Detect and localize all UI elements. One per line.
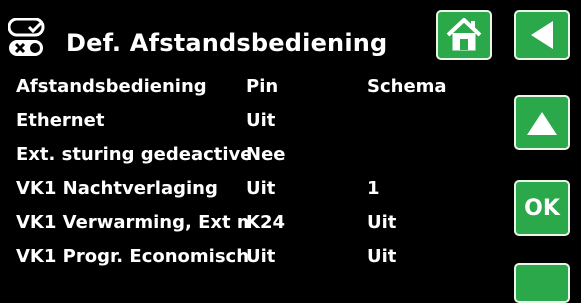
row-name: Ethernet (16, 110, 105, 131)
home-button[interactable] (436, 10, 492, 60)
remote-toggle-icon (8, 18, 45, 56)
row-name: Ext. sturing gedeactiveerd (16, 144, 248, 165)
back-arrow-icon (531, 21, 553, 49)
row-name: VK1 Nachtverlaging (16, 178, 218, 199)
table-row[interactable]: VK1 Verwarming, Ext mode K24 Uit (0, 206, 500, 240)
table-row[interactable]: Ext. sturing gedeactiveerd Nee (0, 138, 500, 172)
row-pin: Uit (246, 178, 276, 199)
settings-table: Afstandsbediening Pin Schema Ethernet Ui… (0, 70, 500, 274)
column-header-schema: Schema (367, 76, 447, 97)
row-pin: Nee (246, 144, 286, 165)
page-title: Def. Afstandsbediening (66, 29, 388, 57)
row-schema: Uit (367, 246, 397, 267)
table-row[interactable]: Ethernet Uit (0, 104, 500, 138)
row-pin: K24 (246, 212, 285, 233)
row-schema: Uit (367, 212, 397, 233)
back-button[interactable] (514, 10, 570, 60)
row-pin: Uit (246, 110, 276, 131)
ok-label: OK (524, 195, 560, 221)
row-pin: Uit (246, 246, 276, 267)
header-bar: Def. Afstandsbediening (0, 0, 581, 68)
up-arrow-icon (527, 111, 557, 135)
column-header-pin: Pin (246, 76, 279, 97)
scroll-up-button[interactable] (514, 95, 570, 150)
row-name: VK1 Verwarming, Ext mode (16, 212, 248, 233)
ok-button[interactable]: OK (514, 180, 570, 236)
table-row[interactable]: VK1 Nachtverlaging Uit 1 (0, 172, 500, 206)
home-icon (446, 18, 482, 51)
scroll-down-button[interactable] (514, 263, 570, 303)
table-row[interactable]: VK1 Progr. Economisch Uit Uit (0, 240, 500, 274)
row-name: VK1 Progr. Economisch (16, 246, 248, 267)
column-header-name: Afstandsbediening (16, 76, 207, 97)
table-header-row: Afstandsbediening Pin Schema (0, 70, 500, 104)
row-schema: 1 (367, 178, 380, 199)
